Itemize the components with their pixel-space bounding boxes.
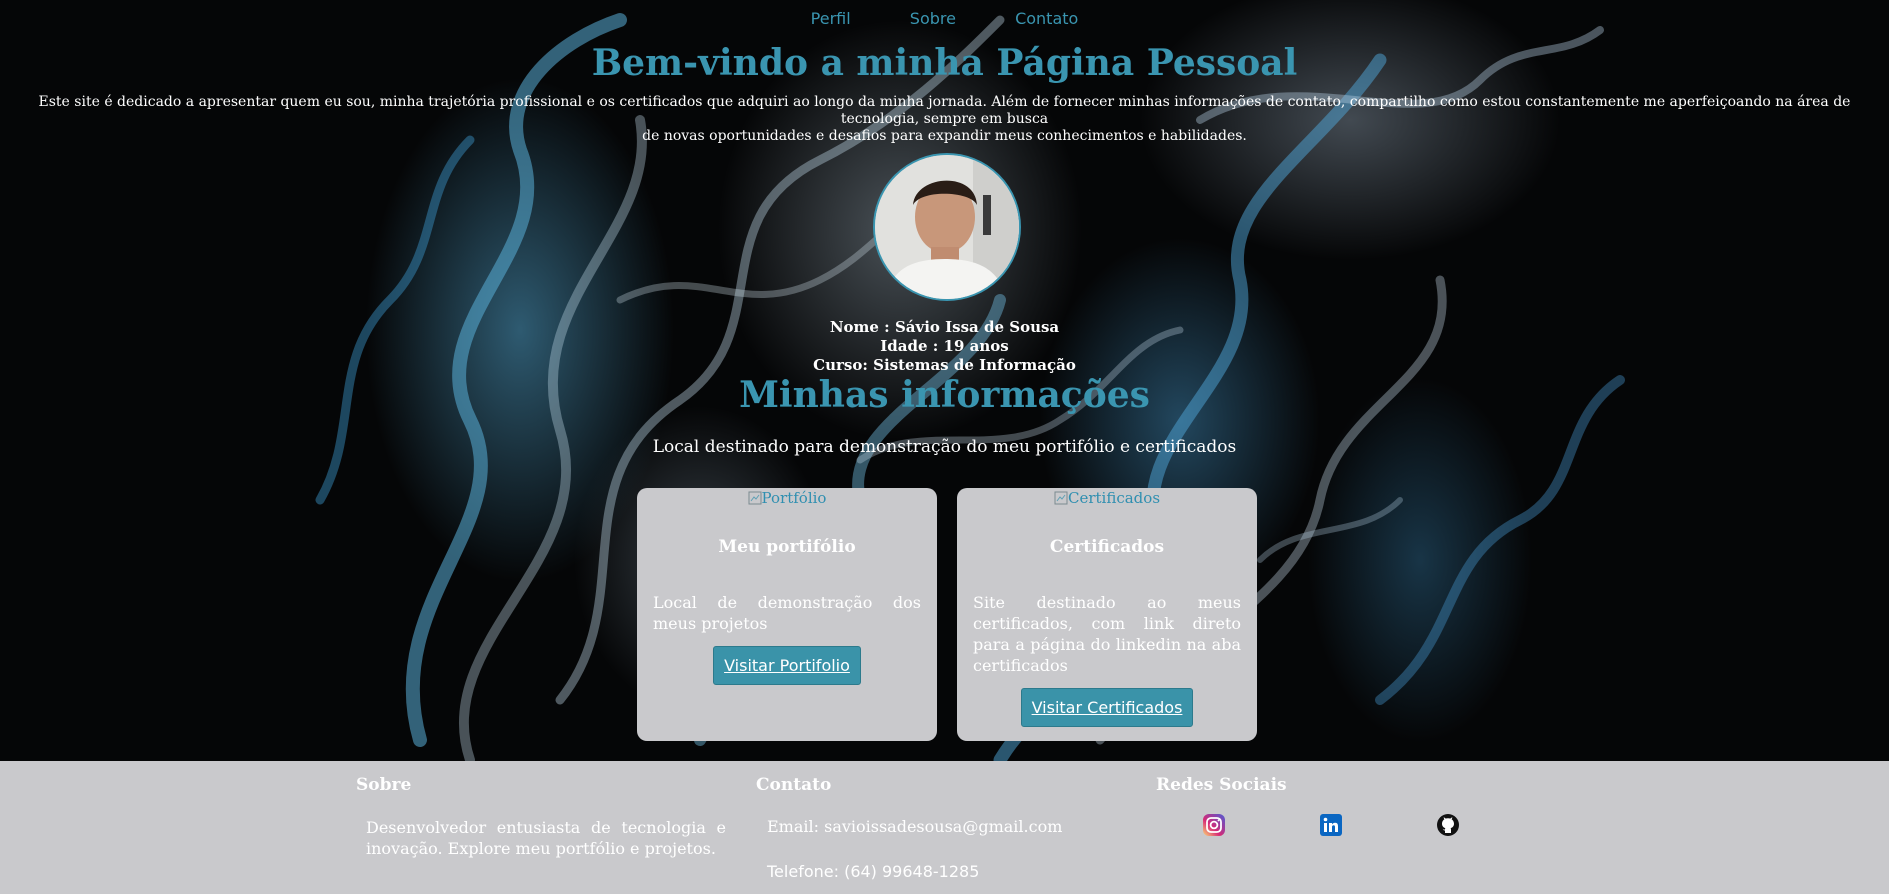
profile-course: Curso: Sistemas de Informação [813,356,1076,374]
certificates-card-text: Site destinado ao meus certificados, com… [973,593,1241,675]
certificates-image-alt: Certificados [957,489,1257,507]
footer-phone: Telefone: (64) 99648-1285 [767,862,980,881]
portfolio-image-alt: Portfólio [637,489,937,507]
visit-portfolio-button[interactable]: Visitar Portifolio [713,646,861,685]
nav-link-sobre[interactable]: Sobre [910,9,956,28]
instagram-icon[interactable] [1202,813,1226,837]
nav-link-contato[interactable]: Contato [1015,9,1078,28]
intro-line-1: Este site é dedicado a apresentar quem e… [38,94,1851,127]
github-icon[interactable] [1436,813,1460,837]
nav-link-perfil[interactable]: Perfil [811,9,851,28]
footer-about-text: Desenvolvedor entusiasta de tecnologia e… [366,818,726,858]
hero-section: Perfil Sobre Contato Bem-vindo a minha P… [0,0,1889,761]
profile-info: Nome : Sávio Issa de Sousa Idade : 19 an… [0,318,1889,375]
avatar [873,153,1021,301]
certificates-card-title: Certificados [1049,537,1165,557]
portfolio-card: Portfólio Meu portifólio Local de demons… [637,488,937,741]
profile-photo [875,155,1019,299]
footer-contact-title: Contato [756,775,832,795]
certificates-card: Certificados Certificados Site destinado… [957,488,1257,741]
footer: Sobre Desenvolvedor entusiasta de tecnol… [0,761,1889,894]
profile-name: Nome : Sávio Issa de Sousa [829,318,1060,336]
footer-social-title: Redes Sociais [1156,775,1287,795]
portfolio-card-title: Meu portifólio [718,537,856,557]
top-nav: Perfil Sobre Contato [0,9,1889,28]
footer-email[interactable]: Email: savioissadesousa@gmail.com [767,817,1062,836]
intro-line-2: de novas oportunidades e desafios para e… [642,128,1247,144]
intro-text: Este site é dedicado a apresentar quem e… [8,94,1881,145]
section-subtitle: Local destinado para demonstração do meu… [652,437,1237,457]
footer-about-title: Sobre [356,775,412,795]
broken-image-icon [1054,491,1068,505]
linkedin-icon[interactable] [1319,813,1343,837]
visit-certificates-button[interactable]: Visitar Certificados [1020,688,1194,727]
broken-image-icon [748,491,762,505]
profile-age: Idade : 19 anos [880,337,1009,355]
portfolio-card-text: Local de demonstração dos meus projetos [653,593,921,633]
page-title: Bem-vindo a minha Página Pessoal [591,42,1298,84]
section-title: Minhas informações [739,374,1150,416]
